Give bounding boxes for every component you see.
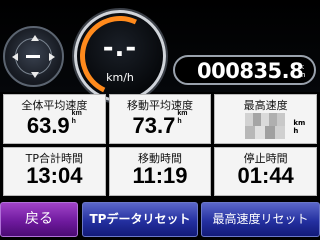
stat-unit: km h <box>72 110 82 126</box>
stat-overall-avg-speed: 全体平均速度 63.9 km h <box>3 94 106 144</box>
speed-gauge: -.- km/h <box>68 4 172 108</box>
stat-value: 01:44 <box>237 162 294 188</box>
stat-number: 73.7 <box>132 113 176 138</box>
stat-value: 63.9 km h <box>4 110 105 139</box>
compass-dial <box>3 26 64 87</box>
odometer-unit-top: k <box>299 63 305 71</box>
reset-tp-data-button[interactable]: TPデータリセット <box>82 202 198 237</box>
stat-unit: km h <box>177 110 187 126</box>
west-arrow-icon <box>12 53 18 61</box>
south-arrow-icon <box>31 72 39 78</box>
north-arrow-icon <box>31 35 39 41</box>
odometer-unit-bottom: m <box>298 71 306 79</box>
unit-top: km <box>71 110 82 117</box>
speed-unit: km/h <box>106 71 134 84</box>
stat-stopped-time: 停止時間 01:44 <box>214 146 317 196</box>
heading-dash <box>26 55 40 58</box>
redacted-value <box>245 113 286 139</box>
speed-value: -.- <box>102 33 138 63</box>
unit-bottom: h <box>177 118 182 125</box>
stat-value: 11:19 <box>132 162 188 188</box>
stat-value: 73.7 km h <box>110 110 211 139</box>
stat-value: 13:04 <box>26 162 83 188</box>
unit-bottom: h <box>71 118 76 125</box>
stat-label: 最高速度 <box>243 99 288 112</box>
stat-moving-avg-speed: 移動平均速度 73.7 km h <box>108 94 212 144</box>
stat-tp-total-time: TP合計時間 13:04 <box>3 146 106 196</box>
stat-moving-time: 移動時間 11:19 <box>108 146 212 196</box>
stat-unit: km h <box>293 119 305 135</box>
stats-grid: 全体平均速度 63.9 km h 移動平均速度 73.7 km h 最高速度 km h T… <box>3 94 317 196</box>
reset-max-speed-button[interactable]: 最高速度リセット <box>201 202 320 237</box>
odometer-value: 000835.8 <box>197 59 304 83</box>
unit-top: km <box>293 119 306 127</box>
odometer-unit: k m <box>297 63 307 79</box>
unit-bottom: h <box>293 127 299 135</box>
east-arrow-icon <box>49 53 55 61</box>
back-button[interactable]: 戻る <box>0 202 78 237</box>
odometer: 000835.8 k m <box>173 55 316 85</box>
stat-number: 63.9 <box>26 113 70 138</box>
unit-top: km <box>177 110 188 117</box>
stat-max-speed: 最高速度 km h <box>214 94 317 144</box>
